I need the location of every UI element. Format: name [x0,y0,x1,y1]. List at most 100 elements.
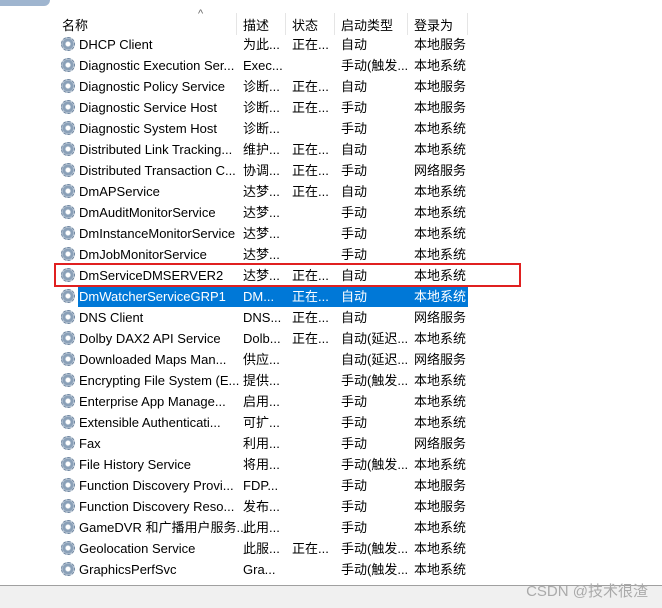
cell-desc: 达梦... [243,205,280,220]
cell-desc: 此服... [243,541,280,556]
column-header: ^ 名称 描述 状态 启动类型 登录为 [56,8,656,35]
gear-icon [61,541,75,555]
column-name[interactable]: 名称 [56,13,237,35]
cell-name: Extensible Authenticati... [79,415,221,430]
cell-logon: 本地系统 [414,373,467,388]
cell-name: DmJobMonitorService [79,247,207,262]
cell-logon: 本地系统 [414,331,467,346]
service-row[interactable]: Diagnostic System Host 诊断... 手动 本地系统 [56,118,476,139]
cell-desc: 达梦... [243,247,280,262]
cell-name: Fax [79,436,101,451]
cell-logon: 本地服务 [414,37,467,52]
cell-name: DmWatcherServiceGRP1 [79,289,226,304]
service-row[interactable]: Diagnostic Policy Service 诊断... 正在... 自动 本地服… [56,76,476,97]
cell-logon: 本地系统 [414,184,467,199]
cell-name: Distributed Link Tracking... [79,142,233,157]
cell-name: DmInstanceMonitorService [79,226,236,241]
service-row[interactable]: Encrypting File System (E... 提供... 手动(触发..… [56,370,476,391]
gear-icon [61,226,75,240]
cell-desc: Exec... [243,58,283,73]
gear-icon [61,457,75,471]
cell-start: 手动(触发... [341,562,409,577]
service-row[interactable]: Function Discovery Reso... 发布... 手动 本地服务 [56,496,476,517]
cell-name: Function Discovery Provi... [79,478,234,493]
cell-start: 手动(触发... [341,457,409,472]
service-row[interactable]: Enterprise App Manage... 启用... 手动 本地系统 [56,391,476,412]
watermark: CSDN @技术很渣 [526,583,648,600]
cell-start: 手动 [341,100,368,115]
cell-desc: DM... [243,289,275,304]
gear-icon [61,100,75,114]
service-row[interactable]: Function Discovery Provi... FDP... 手动 本地服务 [56,475,476,496]
service-row[interactable]: DmWatcherServiceGRP1 DM... 正在... 自动 本地系统 [56,286,476,307]
window-corner [0,0,50,6]
service-row[interactable]: Fax 利用... 手动 网络服务 [56,433,476,454]
service-row[interactable]: Downloaded Maps Man... 供应... 自动(延迟... 网络服务 [56,349,476,370]
cell-desc: 启用... [243,394,280,409]
gear-icon [61,520,75,534]
cell-desc: 供应... [243,352,280,367]
cell-desc: 发布... [243,499,280,514]
gear-icon [61,373,75,387]
service-row[interactable]: GameDVR 和广播用户服务... 此用... 手动 本地系统 [56,517,476,538]
service-row[interactable]: DmJobMonitorService 达梦... 手动 本地系统 [56,244,476,265]
cell-stat: 正在... [292,289,329,304]
cell-logon: 本地系统 [414,457,467,472]
cell-start: 手动(触发... [341,58,409,73]
service-row[interactable]: Geolocation Service 此服... 正在... 手动(触发... 本地系… [56,538,476,559]
service-row[interactable]: Diagnostic Service Host 诊断... 正在... 手动 本地服务 [56,97,476,118]
cell-stat: 正在... [292,331,329,346]
cell-logon: 本地系统 [414,415,467,430]
gear-icon [61,478,75,492]
column-description[interactable]: 描述 [237,13,286,35]
cell-logon: 本地系统 [414,121,467,136]
cell-desc: 协调... [243,163,280,178]
service-row[interactable]: Diagnostic Execution Ser... Exec... 手动(触发.… [56,55,476,76]
cell-stat: 正在... [292,142,329,157]
service-row[interactable]: Extensible Authenticati... 可扩... 手动 本地系统 [56,412,476,433]
cell-name: Enterprise App Manage... [79,394,226,409]
cell-start: 手动 [341,478,368,493]
cell-start: 手动 [341,499,368,514]
service-row[interactable]: DHCP Client 为此... 正在... 自动 本地服务 [56,34,476,55]
cell-desc: 维护... [243,142,280,157]
service-row[interactable]: Distributed Transaction C... 协调... 正在... 手动… [56,160,476,181]
cell-logon: 本地服务 [414,478,467,493]
cell-stat: 正在... [292,79,329,94]
column-status[interactable]: 状态 [286,13,335,35]
column-startup-type[interactable]: 启动类型 [335,13,408,35]
cell-name: Geolocation Service [79,541,196,556]
gear-icon [61,37,75,51]
cell-start: 自动(延迟... [341,352,409,367]
gear-icon [61,436,75,450]
cell-start: 手动(触发... [341,541,409,556]
service-row[interactable]: GraphicsPerfSvc Gra... 手动(触发... 本地系统 [56,559,476,580]
column-logon-as[interactable]: 登录为 [408,13,468,35]
cell-start: 自动 [341,37,368,52]
cell-start: 自动 [341,310,368,325]
service-row[interactable]: Dolby DAX2 API Service Dolb... 正在... 自动(延迟.… [56,328,476,349]
cell-start: 手动 [341,520,368,535]
service-row[interactable]: DmAPService 达梦... 正在... 自动 本地系统 [56,181,476,202]
cell-start: 手动 [341,247,368,262]
service-row[interactable]: Distributed Link Tracking... 维护... 正在... 自动… [56,139,476,160]
cell-desc: 此用... [243,520,280,535]
cell-stat: 正在... [292,37,329,52]
gear-icon [61,163,75,177]
gear-icon [61,499,75,513]
cell-start: 自动(延迟... [341,331,409,346]
gear-icon [61,121,75,135]
cell-start: 手动 [341,436,368,451]
cell-name: Encrypting File System (E... [79,373,240,388]
cell-logon: 本地系统 [414,58,467,73]
cell-logon: 本地系统 [414,205,467,220]
cell-start: 手动 [341,205,368,220]
service-row[interactable]: File History Service 将用... 手动(触发... 本地系统 [56,454,476,475]
service-row[interactable]: DNS Client DNS... 正在... 自动 网络服务 [56,307,476,328]
gear-icon [61,205,75,219]
cell-name: Dolby DAX2 API Service [79,331,221,346]
cell-desc: 可扩... [243,415,280,430]
cell-desc: 达梦... [243,184,280,199]
service-row[interactable]: DmAuditMonitorService 达梦... 手动 本地系统 [56,202,476,223]
service-row[interactable]: DmInstanceMonitorService 达梦... 手动 本地系统 [56,223,476,244]
